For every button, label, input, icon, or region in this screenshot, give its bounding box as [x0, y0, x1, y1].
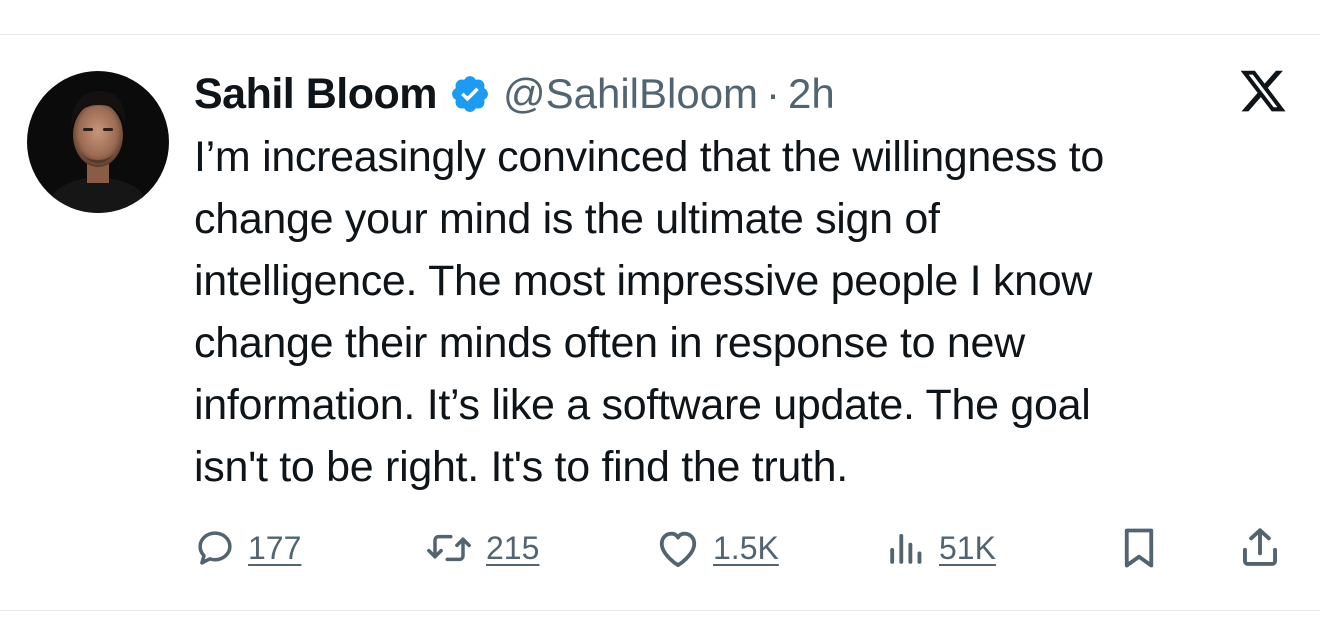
- retweet-icon: [427, 534, 471, 562]
- share-button[interactable]: [1238, 522, 1282, 574]
- reply-button[interactable]: 177: [194, 522, 301, 574]
- top-divider: [0, 34, 1320, 35]
- share-icon: [1243, 528, 1277, 566]
- reply-icon: [198, 531, 232, 565]
- views-count[interactable]: 51K: [939, 530, 996, 567]
- bookmark-icon: [1124, 528, 1154, 568]
- author-name[interactable]: Sahil Bloom: [194, 70, 437, 119]
- heart-icon: [659, 531, 697, 568]
- avatar-photo: [27, 71, 169, 213]
- retweet-count[interactable]: 215: [486, 530, 539, 567]
- verified-badge-icon: [449, 73, 491, 115]
- tweet-text: I’m increasingly convinced that the will…: [194, 133, 1104, 491]
- author-handle[interactable]: @SahilBloom: [503, 70, 758, 118]
- timestamp[interactable]: 2h: [788, 70, 835, 118]
- separator-dot: ·: [766, 70, 781, 117]
- views-icon: [890, 534, 922, 564]
- avatar[interactable]: [27, 71, 169, 213]
- bottom-divider: [0, 610, 1320, 611]
- reply-count[interactable]: 177: [248, 530, 301, 567]
- like-button[interactable]: 1.5K: [655, 522, 779, 574]
- bookmark-button[interactable]: [1118, 522, 1160, 574]
- like-count[interactable]: 1.5K: [713, 530, 779, 567]
- retweet-button[interactable]: 215: [424, 522, 539, 574]
- tweet-header: Sahil Bloom @SahilBloom · 2h: [194, 64, 835, 124]
- views-button[interactable]: 51K: [885, 522, 996, 574]
- tweet-actions: 177 215 1.5K 51K: [0, 522, 1320, 574]
- x-logo-icon[interactable]: [1238, 66, 1288, 116]
